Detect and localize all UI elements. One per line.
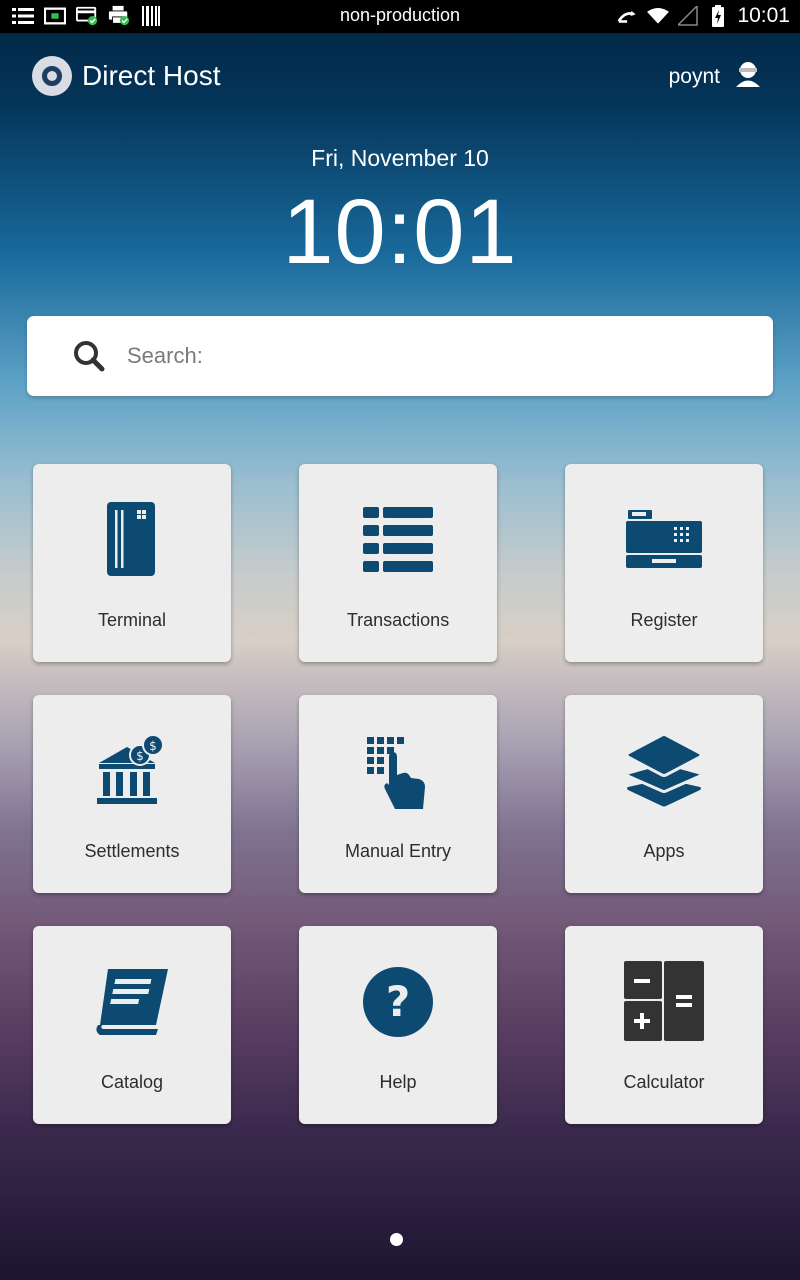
layers-icon: [565, 731, 763, 811]
card-icon: [33, 500, 231, 580]
tile-label: Manual Entry: [344, 841, 452, 861]
tile-label: Transactions: [346, 610, 450, 630]
tile-label: Calculator: [623, 1072, 705, 1092]
register-tile[interactable]: Register: [565, 464, 763, 662]
signal-icon: [677, 5, 699, 27]
manual-entry-tile[interactable]: Manual Entry: [299, 695, 497, 893]
search-bar[interactable]: [27, 316, 773, 396]
cash-register-icon: [565, 500, 763, 580]
wifi-icon: [647, 5, 670, 27]
user-avatar-icon[interactable]: [734, 60, 762, 93]
page-indicator-dot: [390, 1233, 403, 1246]
status-time: 10:01: [737, 4, 790, 27]
calculator-icon: [565, 961, 763, 1042]
svg-text:?: ?: [386, 977, 410, 1026]
svg-text:$: $: [149, 739, 157, 753]
list-icon: [299, 500, 497, 580]
tile-label: Catalog: [100, 1072, 164, 1092]
help-tile[interactable]: ? Help: [299, 926, 497, 1124]
tile-label: Terminal: [97, 610, 167, 630]
transactions-tile[interactable]: Transactions: [299, 464, 497, 662]
status-bar: non-production 10:01: [0, 0, 800, 33]
user-name[interactable]: poynt: [669, 65, 720, 89]
tile-label: Settlements: [84, 841, 180, 861]
data-sync-icon: [617, 5, 639, 27]
app-logo-icon: [32, 56, 72, 96]
search-input[interactable]: [125, 342, 729, 370]
book-icon: [33, 962, 231, 1042]
help-icon: ?: [299, 962, 497, 1042]
catalog-tile[interactable]: Catalog: [33, 926, 231, 1124]
user-account[interactable]: poynt: [669, 60, 762, 93]
bank-icon: $ $: [33, 731, 231, 811]
app-title: Direct Host: [82, 60, 221, 91]
calculator-tile[interactable]: Calculator: [565, 926, 763, 1124]
date-display: Fri, November 10: [311, 145, 489, 171]
app-header: Direct Host: [32, 56, 220, 96]
svg-text:$: $: [136, 749, 144, 763]
tile-label: Apps: [643, 841, 685, 861]
search-icon[interactable]: [71, 338, 107, 374]
settlements-tile[interactable]: $ $ Settlements: [33, 695, 231, 893]
keypad-icon: [299, 731, 497, 811]
tile-label: Help: [379, 1072, 417, 1092]
system-icons: 10:01: [617, 4, 790, 28]
tile-label: Register: [630, 610, 698, 630]
battery-charging-icon: [707, 5, 729, 27]
clock-display: 10:01: [282, 181, 518, 283]
terminal-tile[interactable]: Terminal: [33, 464, 231, 662]
apps-tile[interactable]: Apps: [565, 695, 763, 893]
